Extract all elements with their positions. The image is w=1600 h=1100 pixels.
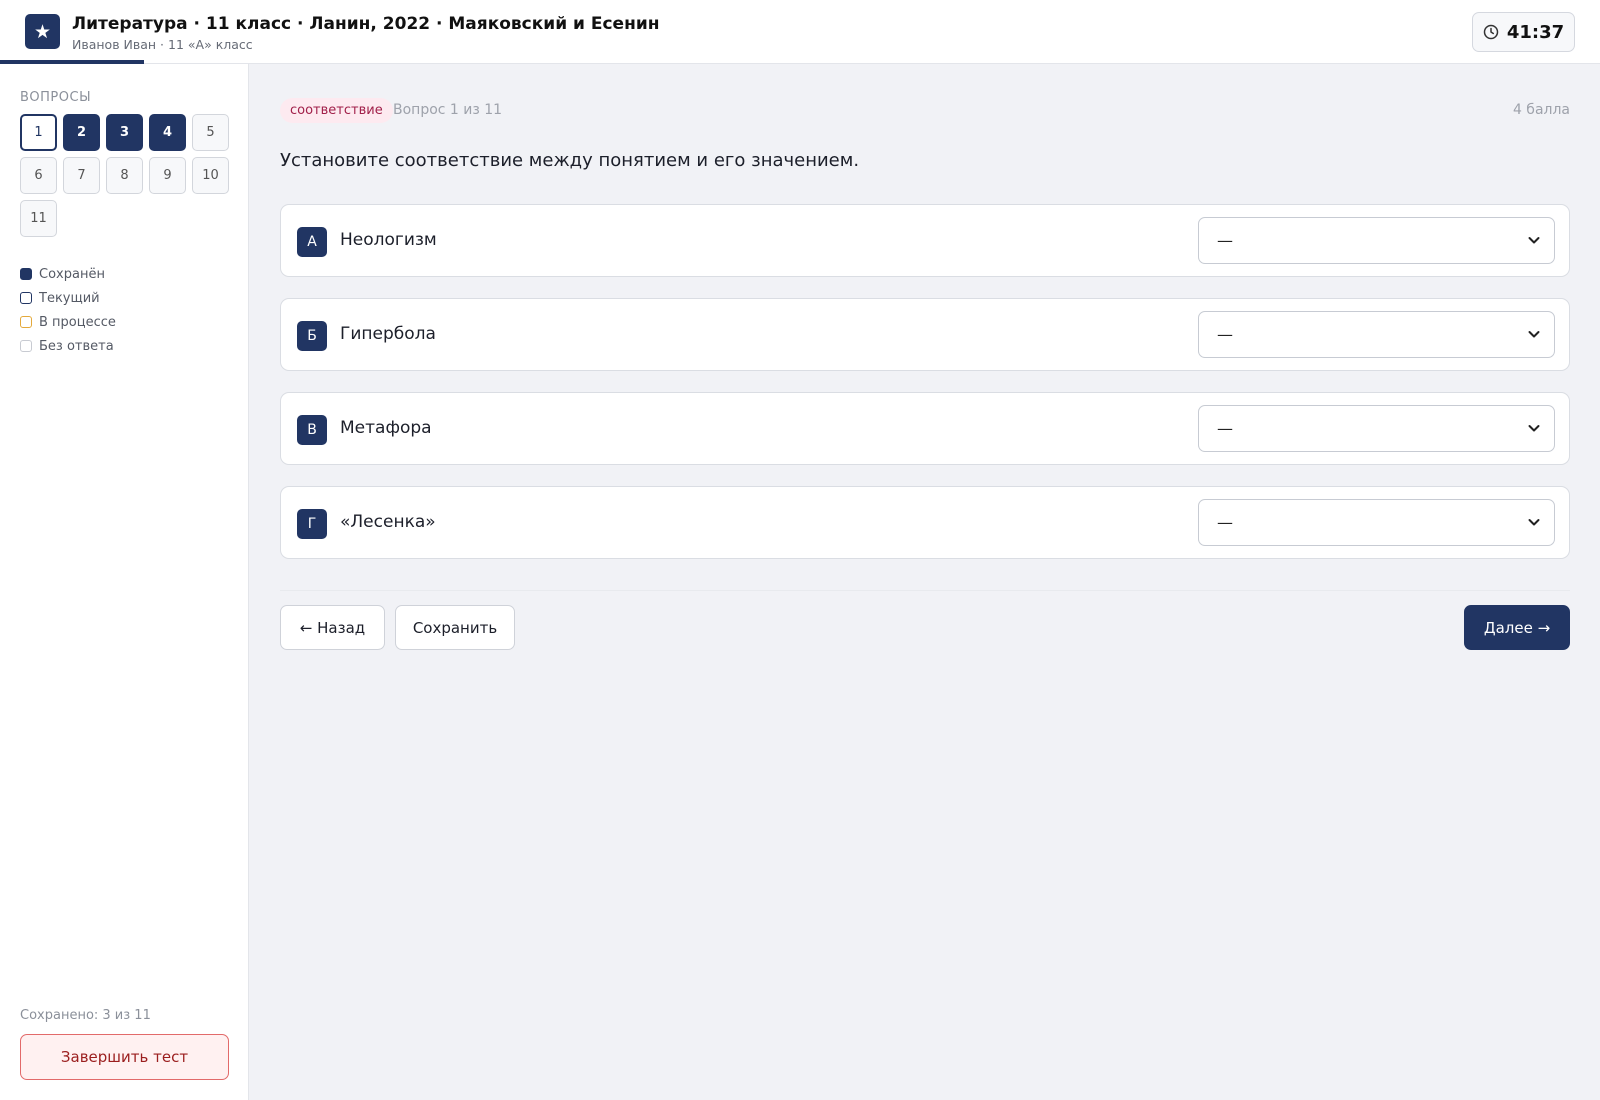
question-nav-button[interactable]: 3 — [106, 114, 143, 151]
finish-test-button[interactable]: Завершить тест — [20, 1034, 229, 1080]
question-nav-button[interactable]: 5 — [192, 114, 229, 151]
question-type-badge: соответствие — [280, 98, 393, 123]
legend-label: Сохранён — [39, 266, 105, 282]
match-row: В Метафора — — [280, 392, 1570, 465]
top-header: ★ Литература · 11 класс · Ланин, 2022 · … — [0, 0, 1600, 64]
legend-label: Текущий — [39, 290, 100, 306]
clock-icon — [1483, 24, 1499, 40]
row-term: Гипербола — [340, 324, 436, 344]
legend-swatch — [20, 292, 32, 304]
legend-swatch — [20, 340, 32, 352]
legend-item: Сохранён — [20, 262, 116, 286]
question-meta: соответствие Вопрос 1 из 11 4 балла — [280, 98, 1570, 124]
legend-item: Без ответа — [20, 334, 116, 358]
chevron-down-icon — [1528, 519, 1540, 526]
saved-count: Сохранено: 3 из 11 — [20, 1008, 151, 1023]
questions-heading: ВОПРОСЫ — [20, 90, 92, 105]
match-row: Г «Лесенка» — — [280, 486, 1570, 559]
student-info: Иванов Иван · 11 «А» класс — [72, 37, 253, 52]
match-select[interactable]: — — [1198, 405, 1555, 452]
star-icon: ★ — [25, 14, 60, 49]
question-nav-button[interactable]: 4 — [149, 114, 186, 151]
match-row: Б Гипербола — — [280, 298, 1570, 371]
row-term: «Лесенка» — [340, 512, 436, 532]
select-value: — — [1217, 231, 1233, 250]
save-button[interactable]: Сохранить — [395, 605, 515, 650]
select-value: — — [1217, 513, 1233, 532]
chevron-down-icon — [1528, 425, 1540, 432]
question-text: Установите соответствие между понятием и… — [280, 150, 860, 171]
legend-swatch — [20, 268, 32, 280]
question-nav-button[interactable]: 7 — [63, 157, 100, 194]
question-nav-button[interactable]: 11 — [20, 200, 57, 237]
timer-value: 41:37 — [1506, 21, 1565, 43]
legend-label: В процессе — [39, 314, 116, 330]
legend-label: Без ответа — [39, 338, 114, 354]
question-sidebar: ВОПРОСЫ 1 2 3 4 5 6 7 8 9 10 11 Сохранён Текущий В п… — [0, 64, 249, 1100]
question-nav-button[interactable]: 2 — [63, 114, 100, 151]
question-nav-button[interactable]: 8 — [106, 157, 143, 194]
chevron-down-icon — [1528, 331, 1540, 338]
select-value: — — [1217, 419, 1233, 438]
row-term: Неологизм — [340, 230, 437, 250]
question-nav-button[interactable]: 10 — [192, 157, 229, 194]
test-title: Литература · 11 класс · Ланин, 2022 · Ма… — [72, 14, 660, 34]
match-select[interactable]: — — [1198, 311, 1555, 358]
row-term: Метафора — [340, 418, 432, 438]
chevron-down-icon — [1528, 237, 1540, 244]
back-button[interactable]: ← Назад — [280, 605, 385, 650]
legend-item: В процессе — [20, 310, 116, 334]
question-grid: 1 2 3 4 5 6 7 8 9 10 11 — [20, 114, 234, 237]
timer: 41:37 — [1472, 12, 1575, 52]
row-letter: Б — [297, 321, 327, 351]
question-number: Вопрос 1 из 11 — [393, 102, 503, 118]
question-nav-button[interactable]: 6 — [20, 157, 57, 194]
question-nav-button[interactable]: 9 — [149, 157, 186, 194]
row-letter: А — [297, 227, 327, 257]
row-letter: В — [297, 415, 327, 445]
status-legend: Сохранён Текущий В процессе Без ответа — [20, 262, 116, 358]
legend-swatch — [20, 316, 32, 328]
divider — [280, 590, 1570, 591]
question-nav-button[interactable]: 1 — [20, 114, 57, 151]
match-select[interactable]: — — [1198, 499, 1555, 546]
select-value: — — [1217, 325, 1233, 344]
match-row: А Неологизм — — [280, 204, 1570, 277]
match-select[interactable]: — — [1198, 217, 1555, 264]
row-letter: Г — [297, 509, 327, 539]
question-points: 4 балла — [1512, 102, 1570, 118]
legend-item: Текущий — [20, 286, 116, 310]
next-button[interactable]: Далее → — [1464, 605, 1570, 650]
